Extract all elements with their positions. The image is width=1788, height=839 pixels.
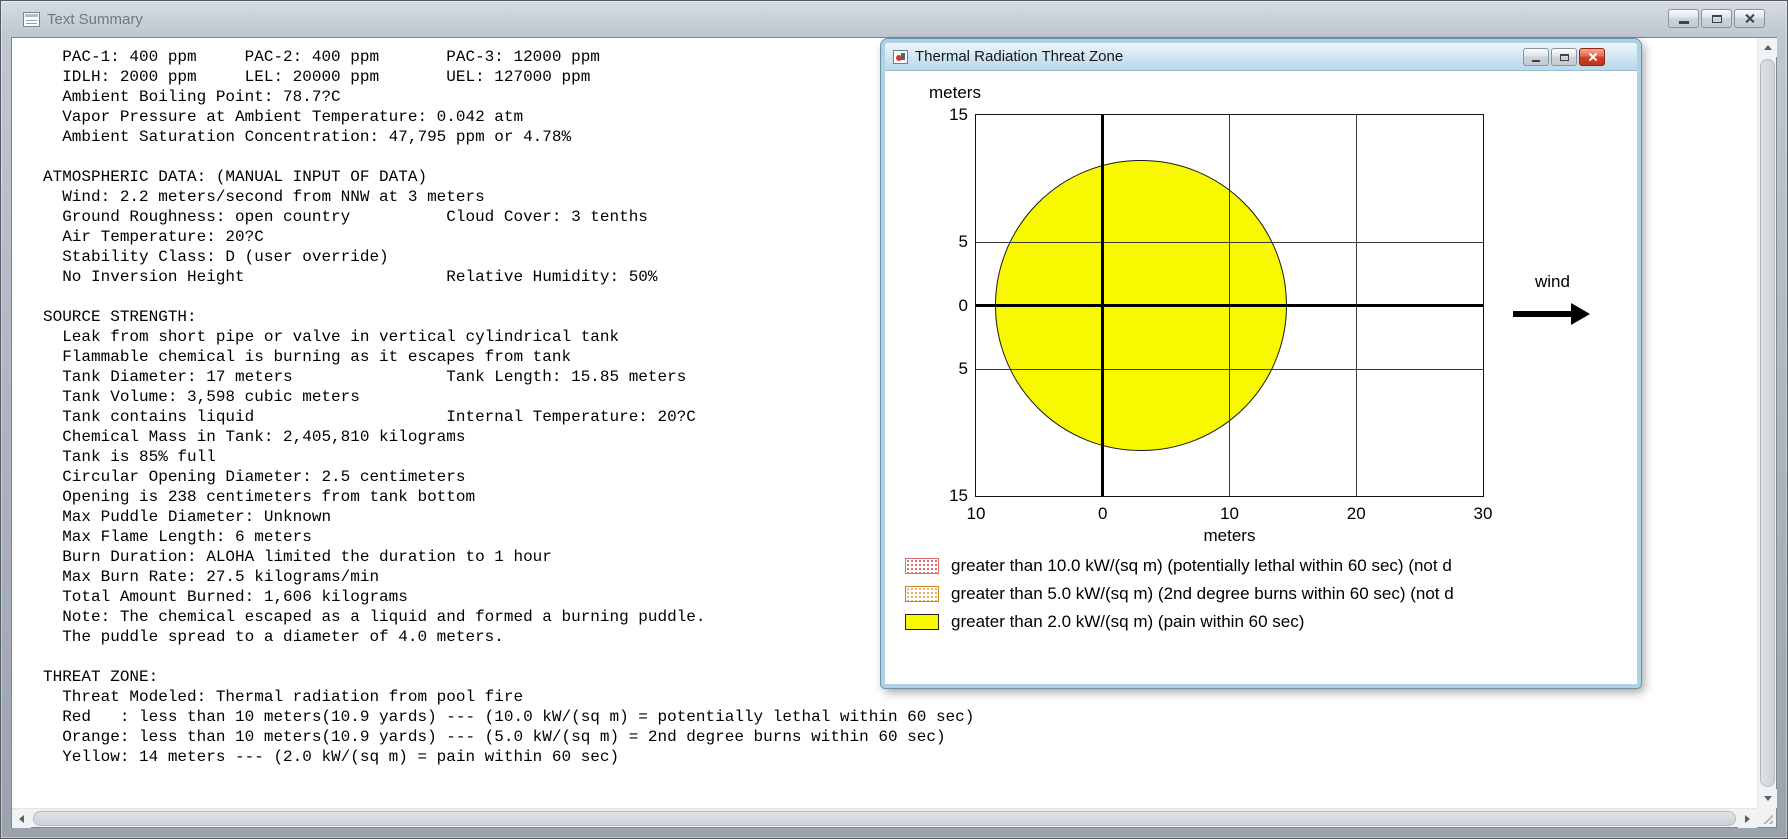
- y-axis-title: meters: [929, 83, 981, 102]
- minimize-button[interactable]: [1668, 9, 1699, 28]
- close-button[interactable]: [1734, 9, 1765, 28]
- main-titlebar[interactable]: Text Summary: [1, 1, 1787, 37]
- threat-maximize-button[interactable]: [1551, 48, 1577, 66]
- legend-label: greater than 2.0 kW/(sq m) (pain within …: [951, 613, 1305, 631]
- close-icon: [1744, 13, 1755, 24]
- horizontal-scrollbar[interactable]: [12, 808, 1757, 828]
- y-tick-label: 0: [958, 295, 968, 315]
- threat-zone-chart: meters 15 5 0 5 15 10 0 10 20 30 meters wind gre…: [885, 71, 1637, 684]
- threat-window-title: Thermal Radiation Threat Zone: [915, 48, 1124, 65]
- arrow-left-icon: [19, 814, 24, 823]
- wind-arrow-icon: [1513, 303, 1609, 325]
- maximize-icon: [1711, 14, 1722, 23]
- vertical-scroll-thumb[interactable]: [1760, 59, 1775, 787]
- x-axis-title: meters: [1203, 526, 1256, 545]
- main-window-title: Text Summary: [47, 10, 143, 28]
- legend: greater than 10.0 kW/(sq m) (potentially…: [905, 557, 1637, 641]
- vertical-scrollbar[interactable]: [1757, 38, 1777, 808]
- legend-row: greater than 2.0 kW/(sq m) (pain within …: [905, 613, 1637, 631]
- scroll-down-button[interactable]: [1758, 789, 1777, 808]
- legend-row: greater than 10.0 kW/(sq m) (potentially…: [905, 557, 1637, 575]
- arrow-right-icon: [1745, 814, 1750, 823]
- maximize-button[interactable]: [1701, 9, 1732, 28]
- wind-arrow-head: [1571, 303, 1590, 325]
- threat-zone-window: Thermal Radiation Threat Zone meters 15 5…: [880, 38, 1642, 689]
- orange-zone-swatch: [905, 586, 939, 602]
- yellow-zone-swatch: [905, 614, 939, 630]
- close-icon: [1588, 52, 1597, 62]
- x-ticks: 10 0 10 20 30: [967, 504, 1493, 526]
- minimize-icon: [1678, 21, 1689, 24]
- wind-arrow-shaft: [1513, 311, 1573, 317]
- x-tick-label: 0: [1098, 504, 1108, 523]
- wind-annotation: wind: [1513, 272, 1609, 325]
- gridline-horizontal: [976, 241, 1483, 243]
- minimize-icon: [1532, 59, 1540, 62]
- horizontal-scroll-thumb[interactable]: [33, 811, 1736, 826]
- scroll-right-button[interactable]: [1738, 809, 1757, 828]
- plot-area: [975, 114, 1484, 497]
- threat-window-titlebar[interactable]: Thermal Radiation Threat Zone: [885, 43, 1637, 71]
- scroll-left-button[interactable]: [12, 809, 31, 828]
- legend-row: greater than 5.0 kW/(sq m) (2nd degree b…: [905, 585, 1637, 603]
- threat-minimize-button[interactable]: [1523, 48, 1549, 66]
- resize-grip[interactable]: [1757, 808, 1776, 827]
- threat-window-controls: [1523, 48, 1605, 66]
- arrow-up-icon: [1763, 45, 1772, 50]
- y-tick-label: 15: [949, 486, 968, 505]
- arrow-down-icon: [1763, 796, 1772, 801]
- x-tick-label: 30: [1473, 504, 1493, 523]
- y-tick-label: 5: [958, 232, 968, 251]
- x-tick-label: 10: [1220, 504, 1239, 523]
- wind-label: wind: [1535, 272, 1570, 291]
- legend-label: greater than 10.0 kW/(sq m) (potentially…: [951, 557, 1452, 575]
- gridline-horizontal: [976, 368, 1483, 370]
- text-summary-window: Text Summary PAC-1: 400 ppm PAC-2: 400 p…: [0, 0, 1788, 839]
- x-axis-line: [976, 304, 1483, 307]
- red-zone-swatch: [905, 558, 939, 574]
- legend-label: greater than 5.0 kW/(sq m) (2nd degree b…: [951, 585, 1454, 603]
- y-tick-label: 15: [949, 105, 968, 124]
- x-tick-label: 20: [1346, 504, 1366, 523]
- text-summary-window-icon: [23, 11, 40, 27]
- threat-window-icon: [893, 49, 908, 64]
- scroll-up-button[interactable]: [1758, 38, 1777, 57]
- y-ticks: 15 5 0 5 15: [924, 105, 968, 505]
- threat-close-button[interactable]: [1579, 48, 1605, 66]
- main-window-controls: [1668, 9, 1765, 28]
- y-tick-label: 5: [958, 359, 968, 378]
- maximize-icon: [1559, 53, 1569, 61]
- x-tick-label: 10: [966, 504, 986, 523]
